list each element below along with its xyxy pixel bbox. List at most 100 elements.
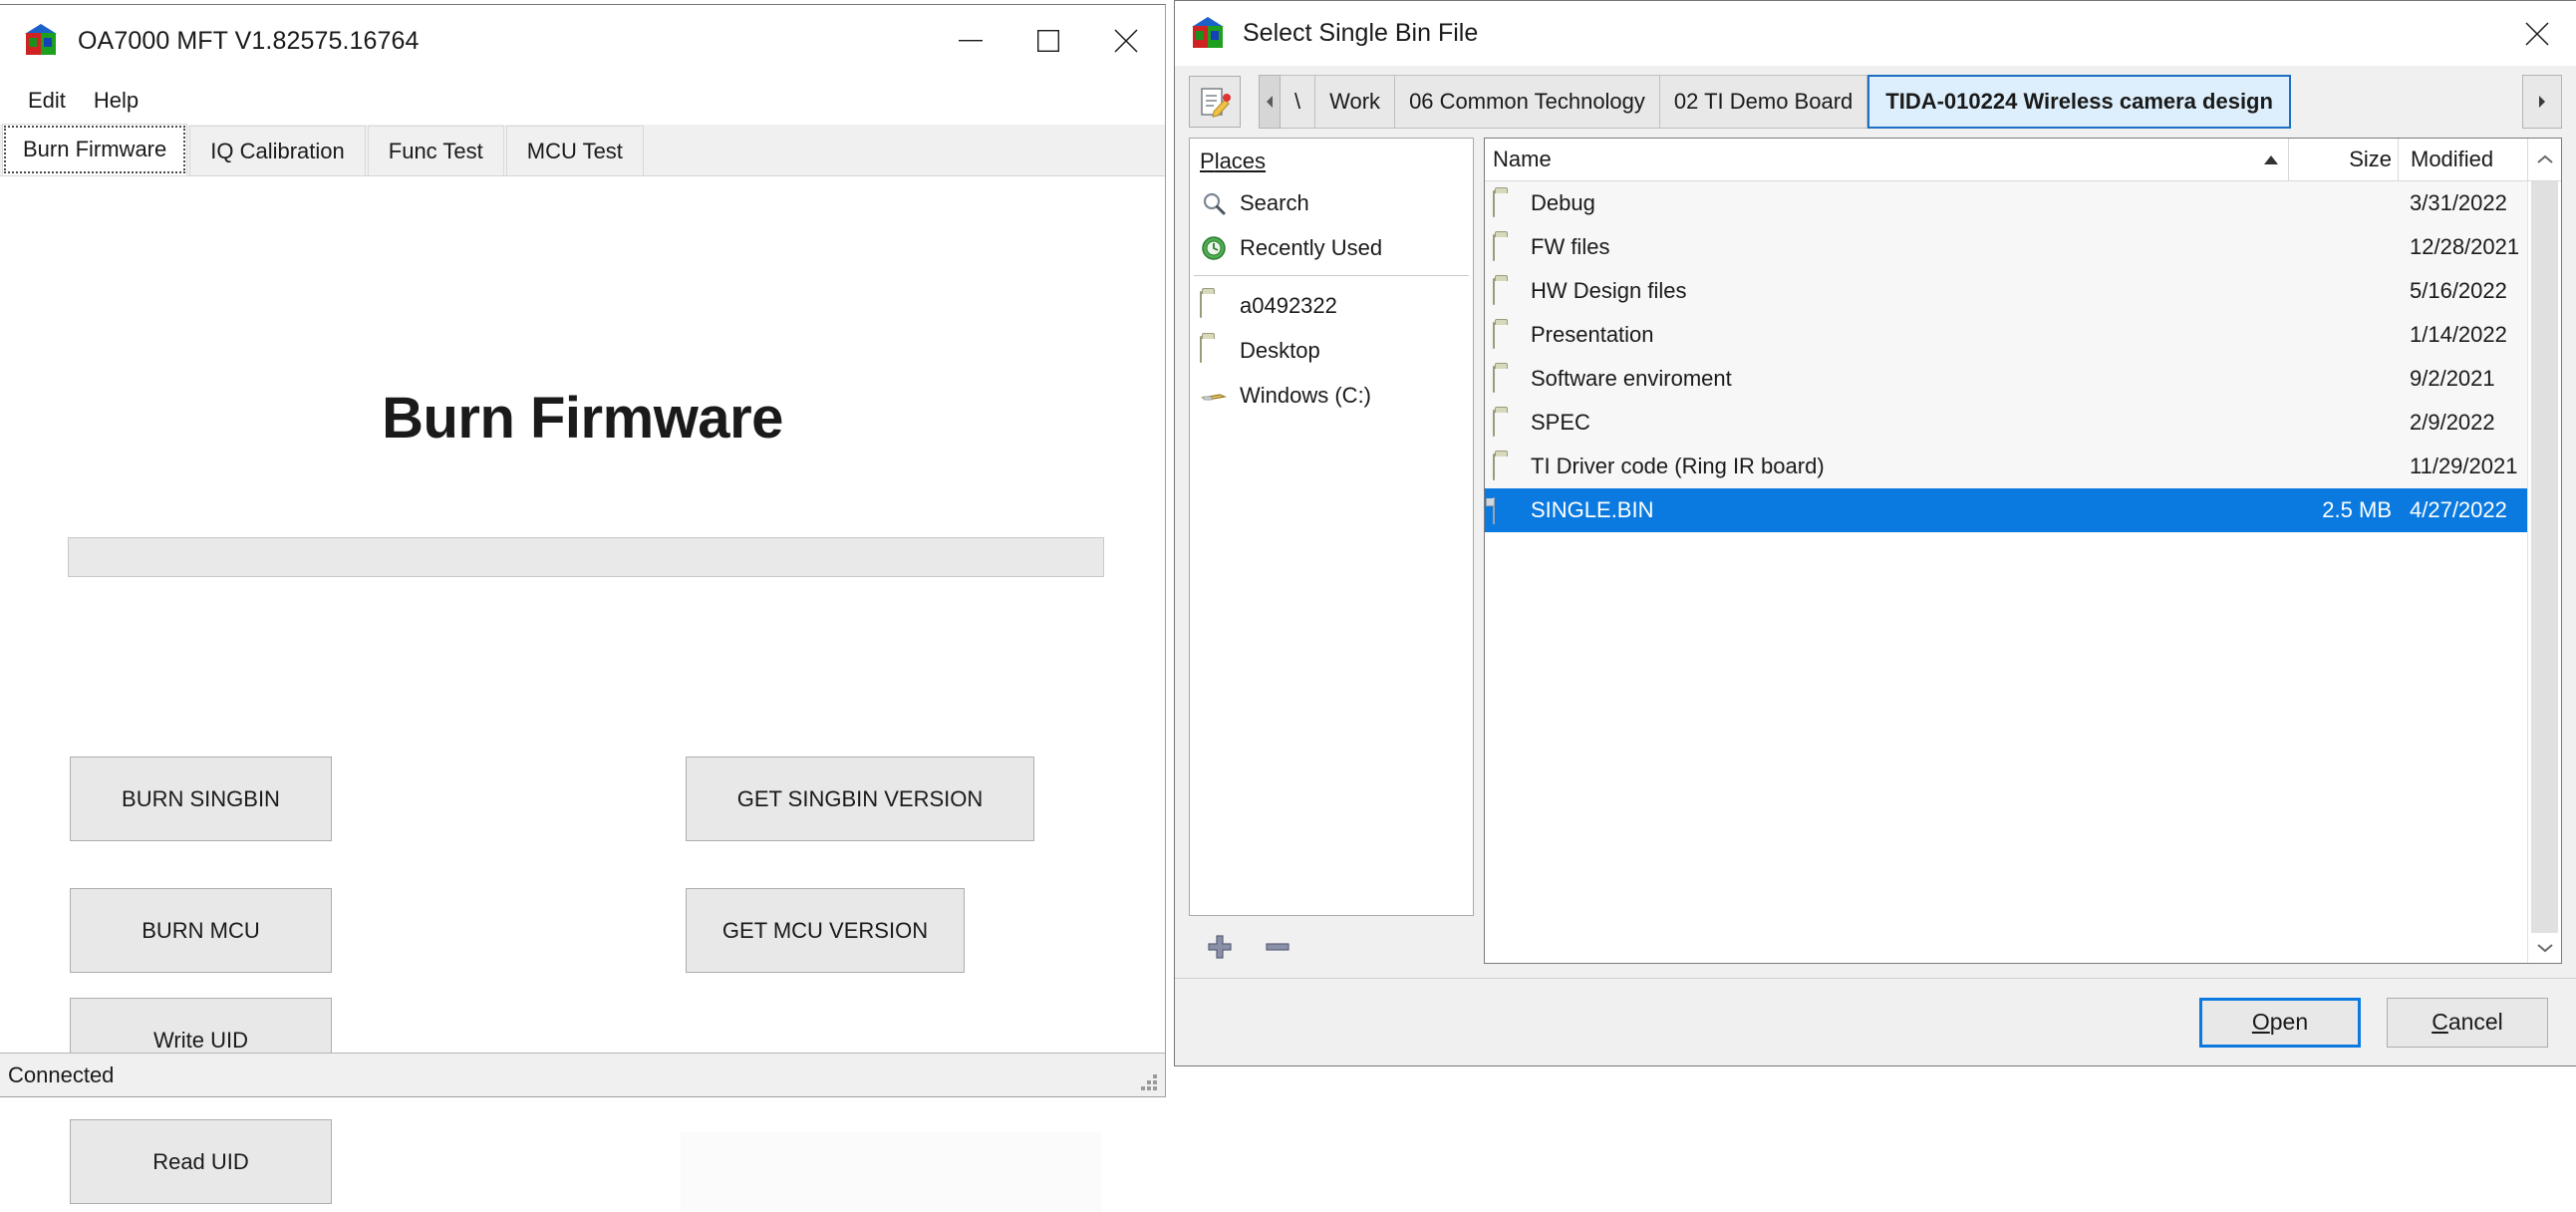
scrollbar-thumb[interactable] bbox=[2531, 181, 2558, 933]
breadcrumb-next-button[interactable] bbox=[2522, 75, 2562, 129]
places-divider bbox=[1194, 275, 1469, 276]
sort-ascending-icon bbox=[2264, 154, 2278, 164]
minus-icon[interactable] bbox=[1261, 930, 1294, 964]
file-list-area: Debug 3/31/2022 FW files 12/28/2021 HW D… bbox=[1485, 181, 2561, 963]
folder-icon bbox=[1493, 234, 1519, 261]
column-header-label: Name bbox=[1493, 147, 1552, 171]
table-row[interactable]: SPEC 2/9/2022 bbox=[1485, 401, 2527, 445]
place-label: Desktop bbox=[1240, 337, 1320, 363]
places-list: Places Search Recently Used a0492322 Des… bbox=[1189, 138, 1474, 916]
folder-icon bbox=[1200, 335, 1228, 365]
file-list-scrollbar[interactable] bbox=[2527, 181, 2561, 963]
folder-icon bbox=[1493, 190, 1519, 217]
table-row[interactable]: Debug 3/31/2022 bbox=[1485, 181, 2527, 225]
file-modified: 4/27/2022 bbox=[2410, 497, 2507, 522]
folder-icon bbox=[1493, 322, 1519, 349]
menu-item-edit[interactable]: Edit bbox=[14, 84, 80, 118]
minimize-button[interactable] bbox=[932, 5, 1009, 77]
close-button[interactable] bbox=[1087, 5, 1165, 77]
table-row[interactable]: Presentation 1/14/2022 bbox=[1485, 313, 2527, 357]
open-button-mnemonic: O bbox=[2251, 1009, 2270, 1035]
breadcrumb-current-folder[interactable]: TIDA-010224 Wireless camera design bbox=[1867, 75, 2291, 129]
file-name: Software enviroment bbox=[1531, 366, 1732, 391]
resize-grip-icon[interactable] bbox=[1131, 1064, 1157, 1090]
menu-item-help[interactable]: Help bbox=[80, 84, 152, 118]
app-menubar: Edit Help bbox=[0, 77, 1165, 125]
file-name: SINGLE.BIN bbox=[1531, 497, 1654, 522]
file-modified: 3/31/2022 bbox=[2410, 190, 2507, 215]
table-row[interactable]: Software enviroment 9/2/2021 bbox=[1485, 357, 2527, 401]
dialog-titlebar: Select Single Bin File bbox=[1175, 1, 2576, 66]
table-row-selected[interactable]: SINGLE.BIN 2.5 MB 4/27/2022 bbox=[1485, 488, 2527, 532]
file-modified: 12/28/2021 bbox=[2410, 234, 2520, 259]
folder-icon bbox=[1493, 366, 1519, 393]
table-row[interactable]: FW files 12/28/2021 bbox=[1485, 225, 2527, 269]
burn-firmware-panel: Burn Firmware BURN SINGBIN BURN MCU Writ… bbox=[0, 176, 1165, 1212]
place-item-search[interactable]: Search bbox=[1190, 180, 1473, 225]
burn-mcu-button[interactable]: BURN MCU bbox=[70, 888, 332, 973]
tab-mcu-test[interactable]: MCU Test bbox=[505, 126, 644, 175]
get-singbin-version-button[interactable]: GET SINGBIN VERSION bbox=[686, 757, 1034, 841]
qt-cube-icon bbox=[24, 24, 58, 58]
column-header-name[interactable]: Name bbox=[1485, 139, 2288, 181]
main-application-window: OA7000 MFT V1.82575.16764 Edit Help Burn… bbox=[0, 4, 1166, 1212]
place-item-recently-used[interactable]: Recently Used bbox=[1190, 225, 1473, 270]
places-header-rest: laces bbox=[1214, 149, 1267, 173]
plus-icon[interactable] bbox=[1203, 930, 1237, 964]
new-folder-icon[interactable] bbox=[1189, 76, 1241, 128]
breadcrumb-root[interactable]: \ bbox=[1281, 75, 1316, 129]
burn-singbin-button[interactable]: BURN SINGBIN bbox=[70, 757, 332, 841]
drive-icon bbox=[1200, 382, 1228, 410]
app-statusbar: Connected bbox=[0, 1053, 1165, 1096]
page-title: Burn Firmware bbox=[382, 386, 783, 451]
cancel-button-mnemonic: C bbox=[2432, 1009, 2448, 1035]
breadcrumb-02-ti-demo-board[interactable]: 02 TI Demo Board bbox=[1659, 75, 1868, 129]
place-item-desktop[interactable]: Desktop bbox=[1190, 328, 1473, 373]
file-size: 2.5 MB bbox=[2322, 497, 2392, 522]
place-item-a0492322[interactable]: a0492322 bbox=[1190, 283, 1473, 328]
maximize-button[interactable] bbox=[1009, 5, 1087, 77]
breadcrumb: \ Work 06 Common Technology 02 TI Demo B… bbox=[1259, 75, 2562, 129]
dialog-close-button[interactable] bbox=[2498, 1, 2576, 66]
place-label: a0492322 bbox=[1240, 292, 1337, 318]
burn-progress-bar bbox=[68, 537, 1104, 577]
place-label: Recently Used bbox=[1240, 234, 1383, 260]
places-toolbar bbox=[1189, 916, 1474, 978]
column-header-modified[interactable]: Modified bbox=[2398, 138, 2527, 181]
breadcrumb-work[interactable]: Work bbox=[1315, 75, 1396, 129]
table-row[interactable]: TI Driver code (Ring IR board) 11/29/202… bbox=[1485, 445, 2527, 488]
read-uid-button[interactable]: Read UID bbox=[70, 1119, 332, 1204]
file-modified: 11/29/2021 bbox=[2410, 454, 2518, 478]
folder-icon bbox=[1200, 290, 1228, 320]
folder-icon bbox=[1493, 278, 1519, 305]
file-modified: 1/14/2022 bbox=[2410, 322, 2507, 347]
table-row[interactable]: HW Design files 5/16/2022 bbox=[1485, 269, 2527, 313]
file-list-header: Name Size Modified bbox=[1485, 138, 2561, 181]
recent-clock-icon bbox=[1200, 234, 1228, 262]
file-name: SPEC bbox=[1531, 410, 1590, 435]
file-name: HW Design files bbox=[1531, 278, 1687, 303]
file-modified: 9/2/2021 bbox=[2410, 366, 2495, 391]
tab-func-test[interactable]: Func Test bbox=[367, 126, 504, 175]
scroll-up-icon[interactable] bbox=[2527, 138, 2561, 181]
select-file-dialog: Select Single Bin File \ Work 06 Common … bbox=[1174, 0, 2576, 1066]
disabled-output-panel bbox=[681, 1132, 1101, 1212]
place-item-windows-c[interactable]: Windows (C:) bbox=[1190, 373, 1473, 418]
tab-iq-calibration[interactable]: IQ Calibration bbox=[189, 126, 366, 175]
file-name: TI Driver code (Ring IR board) bbox=[1531, 454, 1825, 478]
breadcrumb-06-common-technology[interactable]: 06 Common Technology bbox=[1395, 75, 1660, 129]
open-button[interactable]: Open bbox=[2199, 997, 2361, 1048]
column-header-size[interactable]: Size bbox=[2288, 138, 2398, 181]
dialog-body: Places Search Recently Used a0492322 Des… bbox=[1175, 138, 2576, 978]
qt-cube-icon bbox=[1191, 16, 1225, 51]
window-controls bbox=[932, 5, 1165, 77]
places-header: Places bbox=[1190, 147, 1473, 180]
folder-icon bbox=[1493, 410, 1519, 437]
breadcrumb-prev-button[interactable] bbox=[1259, 75, 1281, 129]
cancel-button[interactable]: Cancel bbox=[2387, 997, 2548, 1048]
file-modified: 5/16/2022 bbox=[2410, 278, 2507, 303]
tab-burn-firmware[interactable]: Burn Firmware bbox=[2, 124, 188, 175]
get-mcu-version-button[interactable]: GET MCU VERSION bbox=[686, 888, 965, 973]
file-name: Presentation bbox=[1531, 322, 1654, 347]
scroll-down-icon[interactable] bbox=[2528, 933, 2561, 963]
